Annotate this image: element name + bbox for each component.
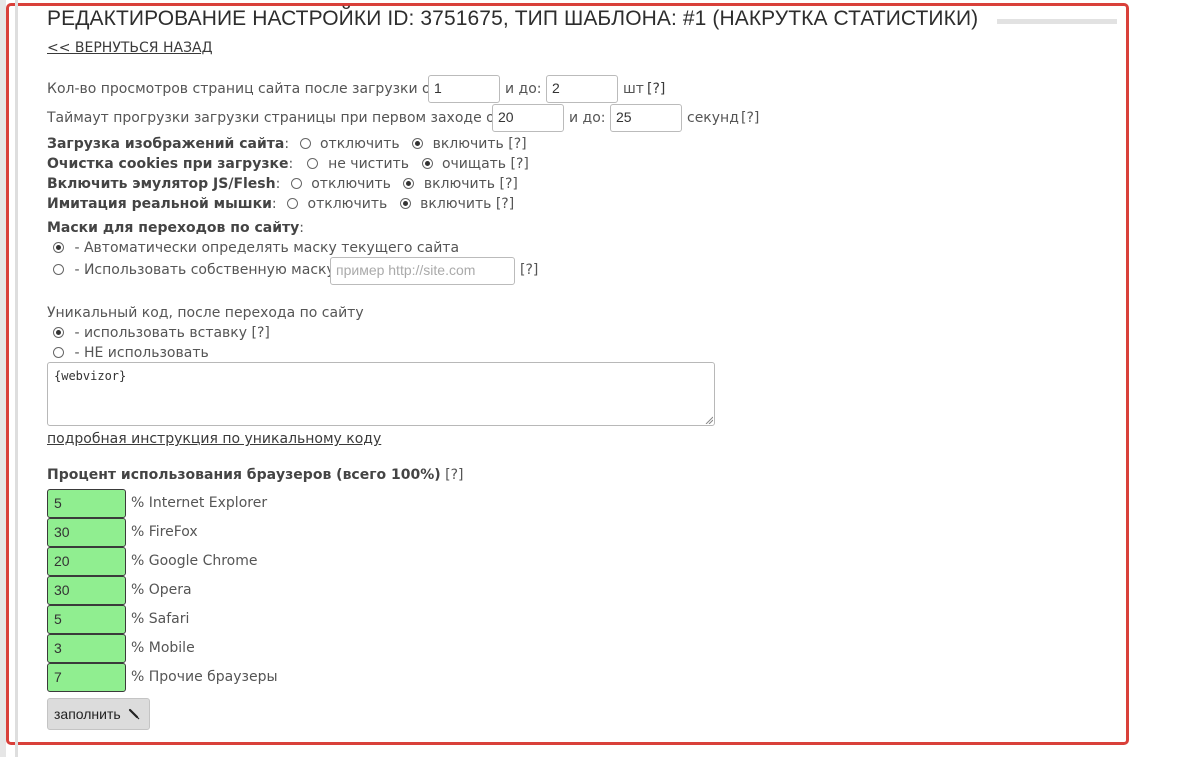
page-views-from-input[interactable]: 1 — [428, 75, 500, 103]
browser-other-input[interactable]: 7 — [47, 663, 126, 692]
scrollbar-top[interactable] — [997, 19, 1117, 24]
browsers-title: Процент использования браузеров (всего 1… — [47, 467, 441, 483]
page-views-label: Кол-во просмотров страниц сайта после за… — [47, 81, 439, 97]
page-views-unit: шт — [623, 81, 644, 97]
left-guide-line — [15, 0, 18, 757]
resize-grip-icon[interactable] — [705, 416, 713, 424]
option-help[interactable]: [?] — [496, 196, 514, 212]
masks-help[interactable]: [?] — [520, 262, 538, 278]
option-label: Очистка cookies при загрузке — [47, 156, 289, 172]
cookies-off-radio[interactable] — [306, 158, 318, 169]
page-title: РЕДАКТИРОВАНИЕ НАСТРОЙКИ ID: 3751675, ТИ… — [47, 7, 979, 30]
browsers-help[interactable]: [?] — [445, 467, 463, 483]
mouse-on-radio[interactable] — [399, 198, 411, 209]
pencil-icon — [128, 708, 140, 720]
browser-ie-label: % Internet Explorer — [131, 495, 268, 511]
masks-title: Маски для переходов по сайту — [47, 220, 300, 236]
fill-button[interactable]: заполнить — [47, 698, 150, 730]
timeout-from-input[interactable]: 20 — [492, 104, 564, 132]
option-off-label: отключить — [319, 136, 400, 152]
option-help[interactable]: [?] — [511, 156, 529, 172]
browser-mobile-input[interactable]: 3 — [47, 634, 126, 663]
masks-custom-row: - Использовать собственную маску — [53, 262, 335, 278]
js-off-radio[interactable] — [290, 178, 302, 189]
timeout-unit: секунд — [687, 110, 739, 126]
option-off-label: отключить — [307, 196, 388, 212]
browser-chrome-label: % Google Chrome — [131, 553, 258, 569]
unique-code-help[interactable]: [?] — [252, 325, 270, 341]
option-row-mouse: Имитация реальной мышки: отключить включ… — [47, 196, 515, 212]
option-row-cookies: Очистка cookies при загрузке: не чистить… — [47, 156, 529, 172]
unique-code-no-row: - НЕ использовать — [53, 345, 209, 361]
unique-code-textarea[interactable]: {webvizor} — [47, 362, 715, 426]
page-views-to-input[interactable]: 2 — [546, 75, 618, 103]
js-on-radio[interactable] — [403, 178, 415, 189]
unique-code-no-label: - НЕ использовать — [74, 345, 209, 361]
option-help[interactable]: [?] — [508, 136, 526, 152]
mouse-off-radio[interactable] — [287, 198, 299, 209]
unique-code-use-radio[interactable] — [53, 327, 64, 338]
back-link[interactable]: << ВЕРНУТЬСЯ НАЗАД — [47, 40, 213, 56]
timeout-to-input[interactable]: 25 — [610, 104, 682, 132]
option-on-label: включить — [420, 196, 492, 212]
timeout-label: Таймаут прогрузки загрузки страницы при … — [47, 110, 503, 126]
option-help[interactable]: [?] — [500, 176, 518, 192]
unique-code-use-label: - использовать вставку — [74, 325, 248, 341]
fill-button-label: заполнить — [54, 706, 121, 722]
browser-ie-input[interactable]: 5 — [47, 489, 126, 518]
masks-custom-input[interactable]: пример http://site.com — [330, 257, 515, 285]
option-on-label: очищать — [441, 156, 507, 172]
unique-code-value: {webvizor} — [54, 369, 127, 383]
timeout-help[interactable]: [?] — [741, 110, 759, 126]
masks-custom-label: - Использовать собственную маску — [74, 262, 335, 278]
unique-code-no-radio[interactable] — [53, 347, 64, 358]
unique-code-title: Уникальный код, после перехода по сайту — [47, 305, 364, 321]
option-label: Включить эмулятор JS/Flesh — [47, 176, 276, 192]
browser-other-label: % Прочие браузеры — [131, 669, 278, 685]
option-label: Имитация реальной мышки — [47, 196, 272, 212]
timeout-to-label: и до: — [569, 110, 606, 126]
option-row-js: Включить эмулятор JS/Flesh: отключить вк… — [47, 176, 518, 192]
option-row-images: Загрузка изображений сайта: отключить вк… — [47, 136, 527, 152]
page-views-to-label: и до: — [505, 81, 542, 97]
browser-firefox-input[interactable]: 30 — [47, 518, 126, 547]
masks-title-row: Маски для переходов по сайту: — [47, 220, 304, 236]
browser-opera-label: % Opera — [131, 582, 192, 598]
page-views-help[interactable]: [?] — [647, 81, 665, 97]
browser-opera-input[interactable]: 30 — [47, 576, 126, 605]
option-label: Загрузка изображений сайта — [47, 136, 285, 152]
browser-safari-input[interactable]: 5 — [47, 605, 126, 634]
browser-mobile-label: % Mobile — [131, 640, 195, 656]
browser-firefox-label: % FireFox — [131, 524, 198, 540]
unique-code-instruction-link[interactable]: подробная инструкция по уникальному коду — [47, 431, 381, 447]
browser-chrome-input[interactable]: 20 — [47, 547, 126, 576]
cookies-on-radio[interactable] — [421, 158, 433, 169]
option-on-label: включить — [423, 176, 496, 192]
browsers-title-row: Процент использования браузеров (всего 1… — [47, 467, 464, 483]
option-off-label: не чистить — [328, 156, 410, 172]
masks-auto-row: - Автоматически определять маску текущег… — [53, 240, 459, 256]
images-off-radio[interactable] — [299, 138, 311, 149]
browser-safari-label: % Safari — [131, 611, 190, 627]
masks-auto-radio[interactable] — [53, 242, 64, 253]
images-on-radio[interactable] — [412, 138, 424, 149]
masks-custom-radio[interactable] — [53, 264, 64, 275]
unique-code-use-row: - использовать вставку [?] — [53, 325, 270, 341]
option-on-label: включить — [432, 136, 504, 152]
option-off-label: отключить — [311, 176, 391, 192]
masks-auto-label: - Автоматически определять маску текущег… — [74, 240, 460, 256]
